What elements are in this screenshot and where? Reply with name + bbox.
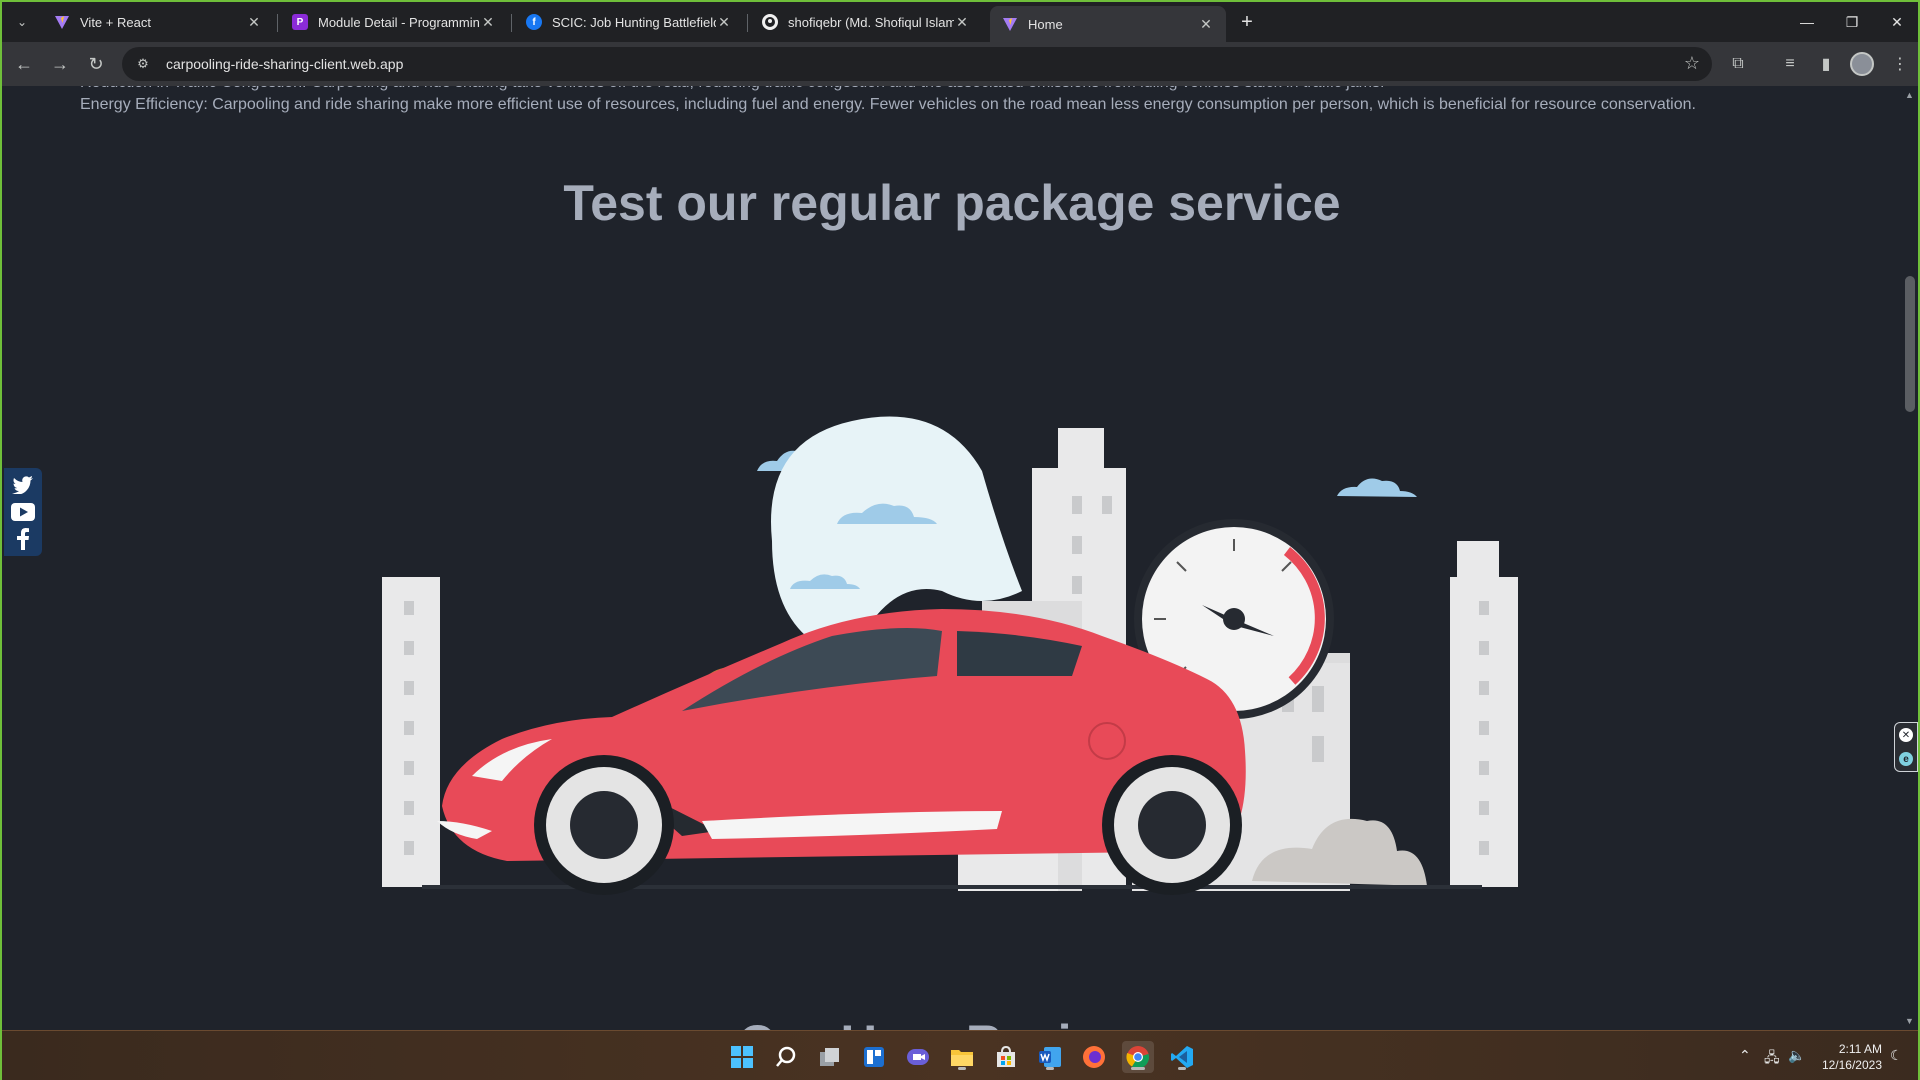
firefox-icon[interactable] (1078, 1041, 1110, 1073)
word-icon[interactable] (1034, 1041, 1066, 1073)
scroll-thumb[interactable] (1905, 276, 1915, 412)
tab-title: Vite + React (80, 14, 151, 30)
media-control-icon[interactable]: ≡ (1778, 52, 1802, 76)
running-indicator (1178, 1067, 1186, 1070)
left-tower (382, 577, 440, 887)
page-scrollbar[interactable]: ▲ ▼ (1902, 86, 1918, 1030)
tab-home[interactable]: Home ✕ (990, 6, 1226, 42)
close-icon[interactable]: ✕ (716, 14, 732, 30)
section-heading: Test our regular package service (563, 175, 1341, 231)
profile-avatar[interactable] (1850, 52, 1874, 76)
close-icon[interactable]: ✕ (954, 14, 970, 30)
notification-icon[interactable]: ☾ (1890, 1047, 1903, 1064)
side-panel-icon[interactable]: ▮ (1814, 52, 1838, 76)
page-content: Reduction in Traffic Congestion: Carpool… (2, 86, 1902, 1030)
task-view-icon[interactable] (814, 1041, 846, 1073)
close-icon[interactable]: ✕ (246, 14, 262, 30)
address-bar[interactable]: ⚙ carpooling-ride-sharing-client.web.app… (122, 47, 1712, 81)
tab-separator (747, 14, 748, 32)
teams-chat-icon[interactable] (902, 1041, 934, 1073)
site-info-icon[interactable]: ⚙ (132, 53, 154, 75)
reload-button[interactable]: ↻ (82, 50, 110, 78)
rear-wheel (1102, 755, 1242, 895)
microsoft-store-icon[interactable] (990, 1041, 1022, 1073)
tab-title: Module Detail - Programming (318, 14, 480, 30)
back-button[interactable]: ← (10, 50, 38, 78)
tab-vite-react[interactable]: Vite + React ✕ (42, 6, 274, 38)
github-icon (762, 14, 778, 30)
scroll-down-arrow-icon[interactable]: ▼ (1905, 1016, 1914, 1026)
previous-paragraph: Reduction in Traffic Congestion: Carpool… (80, 86, 1860, 94)
tab-scic[interactable]: f SCIC: Job Hunting Battlefield (B ✕ (514, 6, 744, 38)
file-explorer-icon[interactable] (946, 1041, 978, 1073)
new-tab-button[interactable]: + (1235, 10, 1259, 34)
vite-icon (1002, 16, 1018, 32)
facebook-icon[interactable] (10, 527, 36, 550)
url-text: carpooling-ride-sharing-client.web.app (166, 56, 404, 72)
twitter-icon[interactable] (10, 474, 36, 496)
running-indicator (1131, 1067, 1145, 1070)
forward-button[interactable]: → (46, 50, 74, 78)
tab-separator (511, 14, 512, 32)
menu-kebab-icon[interactable]: ⋮ (1888, 52, 1912, 76)
tab-title: SCIC: Job Hunting Battlefield (B (552, 14, 716, 30)
tab-title: shofiqebr (Md. Shofiqul Islam) (788, 14, 954, 30)
next-section-heading: Our User Reviews (2, 1014, 1902, 1030)
close-icon[interactable]: ✕ (1198, 16, 1214, 32)
minimize-button[interactable]: — (1790, 8, 1824, 36)
clock-date: 12/16/2023 (1821, 1058, 1882, 1072)
system-clock[interactable]: 2:11 AM 12/16/2023 (1812, 1041, 1882, 1073)
sports-car-illustration (382, 416, 1518, 895)
tab-separator (277, 14, 278, 32)
extensions-icon[interactable]: ⧉ (1726, 52, 1750, 76)
tab-search-button[interactable]: ⌄ (10, 10, 34, 34)
search-icon[interactable] (770, 1041, 802, 1073)
energy-efficiency-paragraph: Energy Efficiency: Carpooling and ride s… (80, 96, 1696, 113)
extension-widget[interactable]: ✕ e (1894, 722, 1918, 772)
clock-time: 2:11 AM (1838, 1042, 1882, 1056)
close-window-button[interactable]: ✕ (1880, 8, 1914, 36)
programming-hero-icon: P (292, 14, 308, 30)
red-sports-car (437, 609, 1246, 895)
running-indicator (1046, 1067, 1054, 1070)
running-indicator (958, 1067, 966, 1070)
tab-strip: ⌄ Vite + React ✕ P Module Detail - Progr… (2, 2, 1918, 42)
bookmark-star-icon[interactable]: ☆ (1684, 53, 1700, 74)
facebook-icon: f (526, 14, 542, 30)
social-links-bar (4, 468, 42, 556)
close-icon[interactable]: ✕ (1899, 728, 1913, 742)
tab-github[interactable]: shofiqebr (Md. Shofiqul Islam) ✕ (750, 6, 982, 38)
close-icon[interactable]: ✕ (480, 14, 496, 30)
youtube-icon[interactable] (10, 501, 36, 523)
browser-toolbar: ← → ↻ ⚙ carpooling-ride-sharing-client.w… (2, 42, 1918, 86)
network-icon[interactable]: 🖧 (1764, 1047, 1780, 1071)
vite-icon (54, 14, 70, 30)
right-tower (1450, 541, 1518, 887)
browser-window: ⌄ Vite + React ✕ P Module Detail - Progr… (0, 0, 1920, 1080)
tab-title: Home (1028, 16, 1063, 32)
windows-taskbar: ⌃ 🖧 🔈 2:11 AM 12/16/2023 ☾ (2, 1030, 1918, 1080)
vscode-icon[interactable] (1166, 1041, 1198, 1073)
windows-start-icon[interactable] (726, 1041, 758, 1073)
widgets-icon[interactable] (858, 1041, 890, 1073)
front-wheel (534, 755, 674, 895)
extension-logo-icon[interactable]: e (1899, 752, 1913, 766)
volume-icon[interactable]: 🔈 (1788, 1047, 1805, 1064)
scroll-up-arrow-icon[interactable]: ▲ (1905, 90, 1914, 100)
restore-button[interactable]: ❐ (1835, 8, 1869, 36)
chrome-icon[interactable] (1122, 1041, 1154, 1073)
tab-module-detail[interactable]: P Module Detail - Programming ✕ (280, 6, 508, 38)
show-hidden-icons-chevron-icon[interactable]: ⌃ (1739, 1047, 1751, 1064)
